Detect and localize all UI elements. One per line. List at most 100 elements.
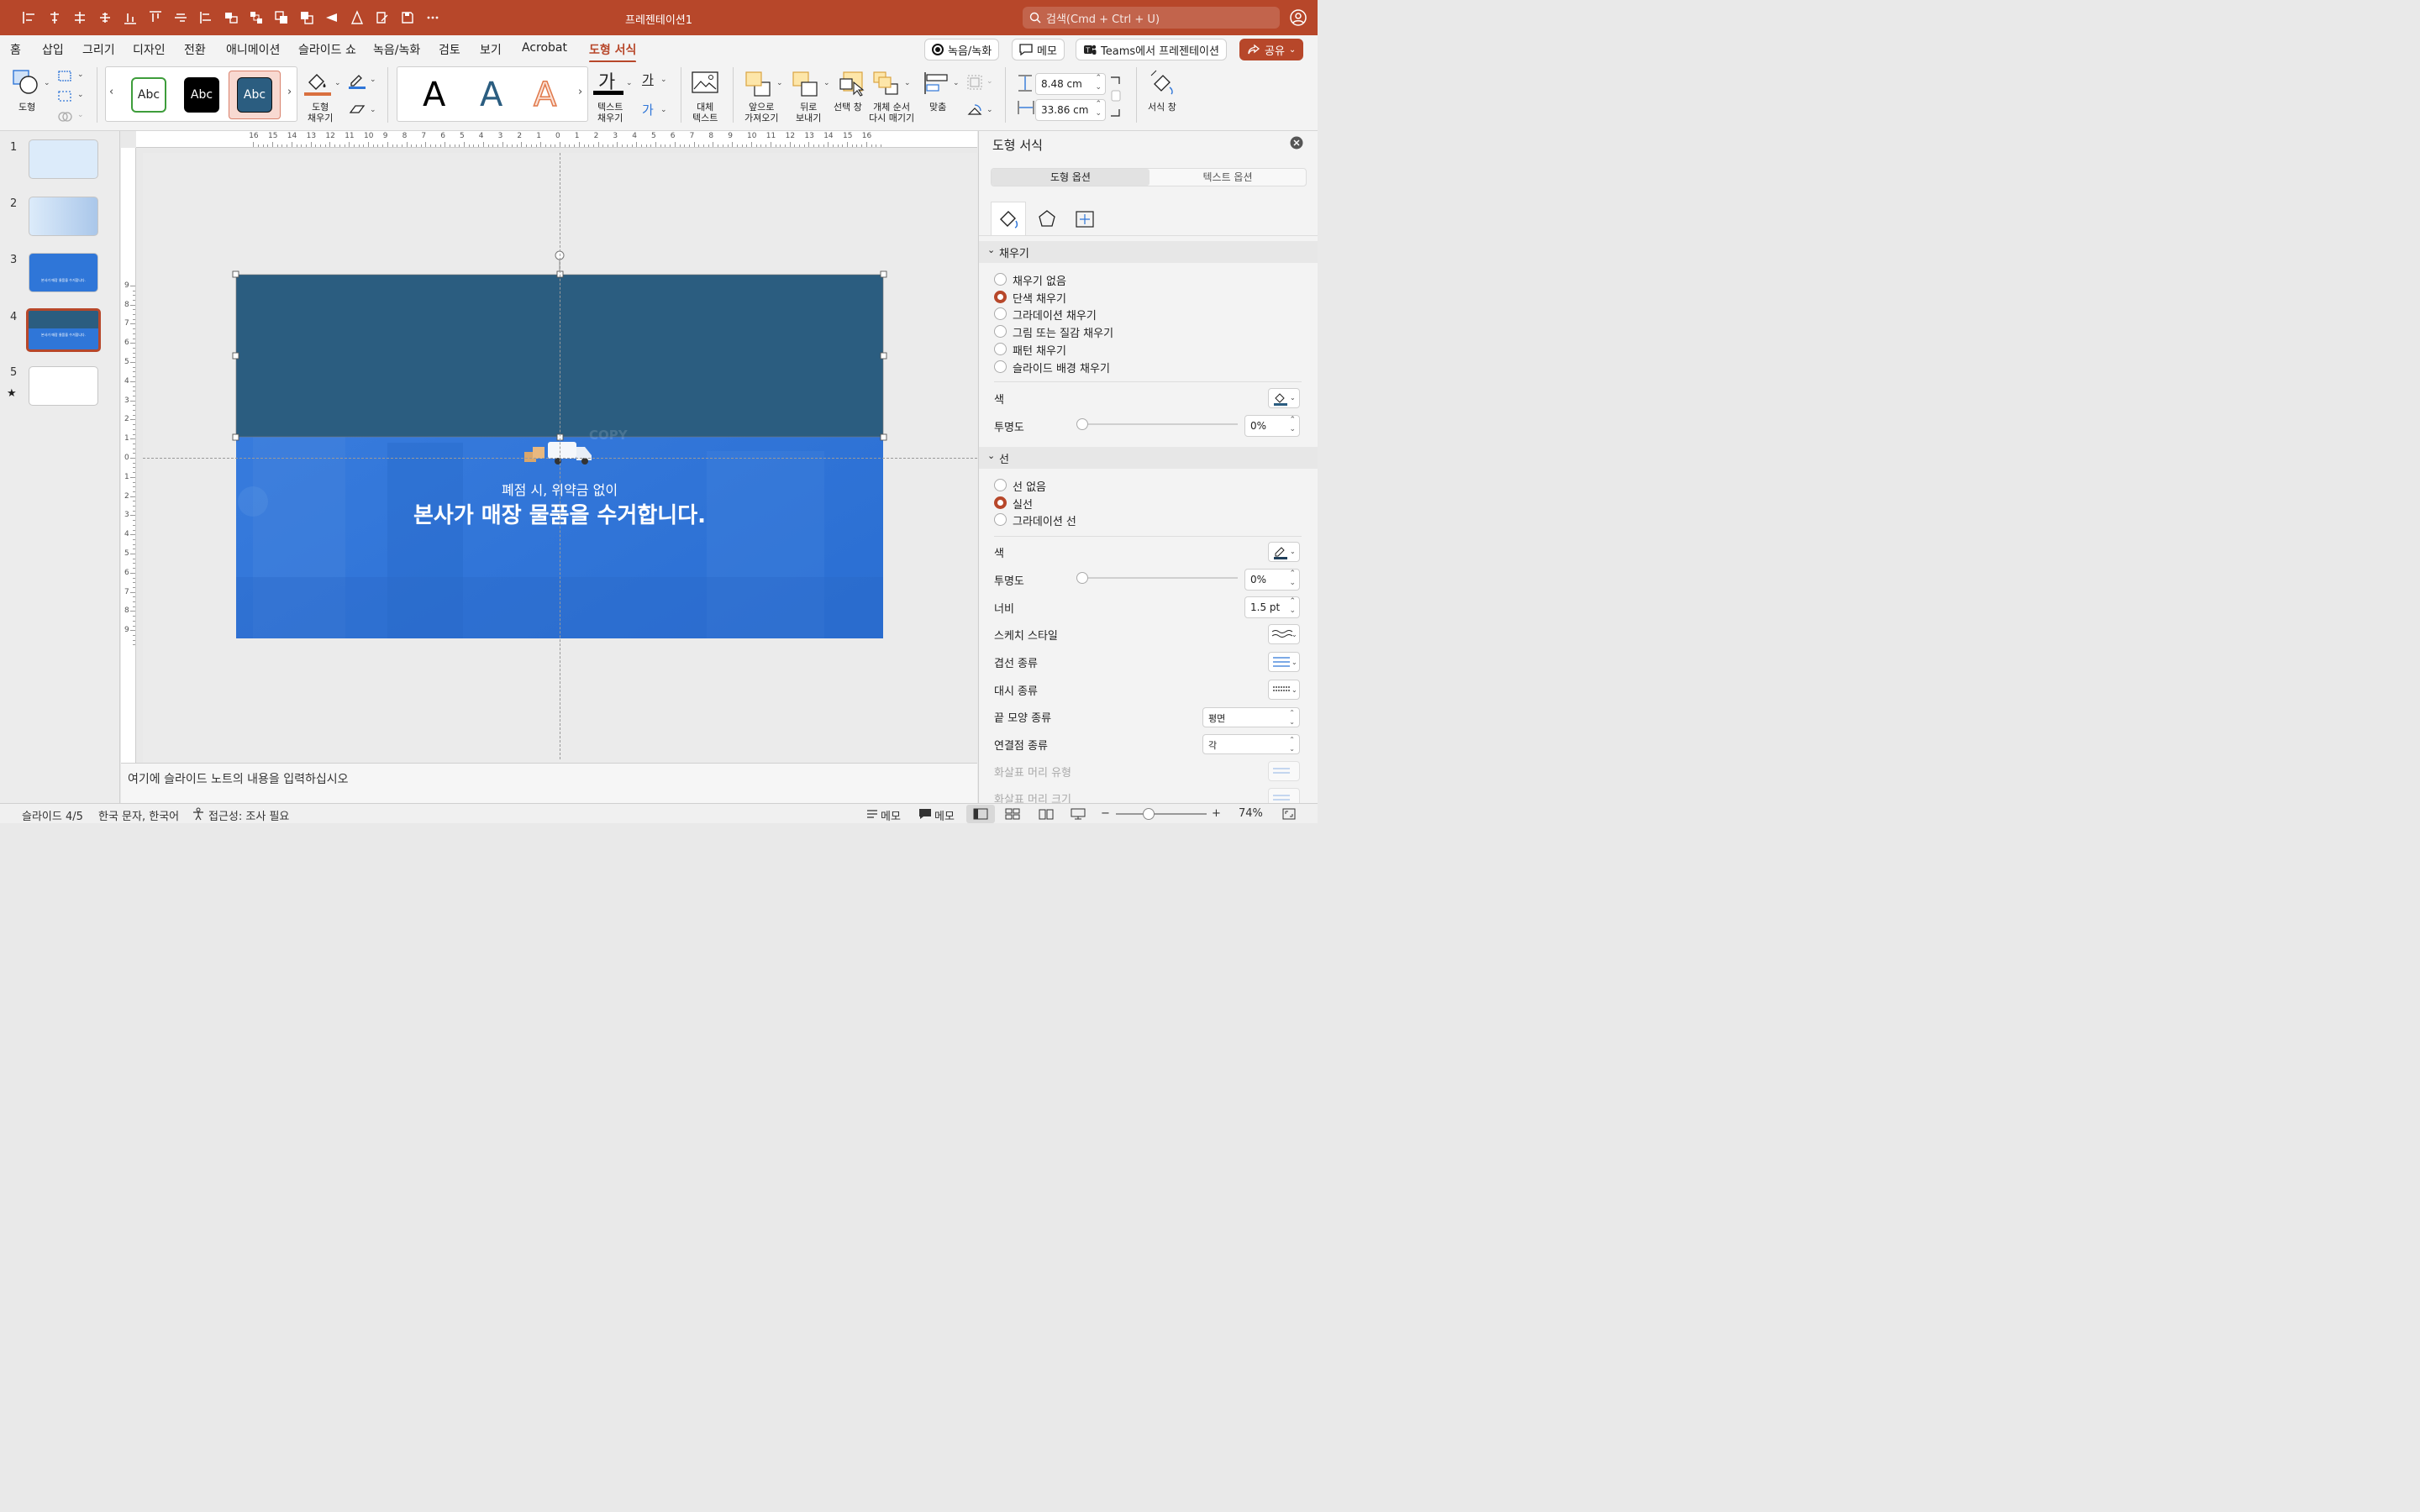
text-effect-glyph[interactable]: 가: [642, 101, 654, 118]
share-button[interactable]: 공유 ⌄: [1239, 39, 1304, 60]
shape-effects-icon[interactable]: [348, 102, 366, 118]
line-transparency-slider[interactable]: [1076, 572, 1238, 584]
chevron-down-icon[interactable]: ⌄: [370, 76, 376, 84]
fill-radio-3[interactable]: [994, 325, 1007, 339]
memo-button[interactable]: 메모: [1012, 39, 1065, 60]
wordart-orange[interactable]: A: [533, 75, 557, 115]
chevron-left-icon[interactable]: ‹: [109, 86, 113, 98]
style-swatch-dark[interactable]: Abc: [184, 77, 219, 113]
fill-option-label[interactable]: 패턴 채우기: [1013, 342, 1066, 358]
textbox-icon[interactable]: [57, 89, 74, 104]
fill-color-picker[interactable]: ⌄: [1268, 388, 1300, 408]
zoom-in-button[interactable]: +: [1212, 807, 1221, 820]
tab-record[interactable]: 녹음/녹화: [373, 41, 420, 58]
fill-option-label[interactable]: 슬라이드 배경 채우기: [1013, 360, 1110, 375]
compound-type-picker[interactable]: ⌄: [1268, 652, 1300, 672]
line-radio-0[interactable]: [994, 479, 1007, 491]
size-properties-icon[interactable]: [1073, 207, 1097, 230]
edit-shape-icon[interactable]: [57, 69, 74, 84]
slideshow-icon[interactable]: [1071, 808, 1086, 820]
notes-icon[interactable]: [865, 808, 879, 820]
chevron-down-icon[interactable]: ⌄: [986, 106, 993, 114]
accessibility-icon[interactable]: [192, 807, 205, 821]
selection-pane-icon[interactable]: [839, 71, 865, 97]
fill-radio-5[interactable]: [994, 360, 1007, 373]
join-type-select[interactable]: 각: [1202, 734, 1300, 754]
format-pane-icon[interactable]: [1150, 69, 1178, 97]
line-option-label[interactable]: 그라데이션 선: [1013, 512, 1076, 528]
slide-sorter-icon[interactable]: [1005, 808, 1020, 820]
dash-type-picker[interactable]: ⌄: [1268, 680, 1300, 700]
fill-radio-2[interactable]: [994, 307, 1007, 321]
teams-present-button[interactable]: T Teams에서 프레젠테이션: [1076, 39, 1227, 60]
line-transparency-input[interactable]: 0%: [1244, 569, 1300, 591]
style-swatch-blue[interactable]: Abc: [237, 77, 272, 113]
slide-thumb-3[interactable]: 본사가 매장 물품을 수거합니다.: [29, 253, 98, 292]
fill-transparency-input[interactable]: 0%: [1244, 415, 1300, 437]
selection-handles[interactable]: [230, 249, 894, 442]
merge-shapes-icon[interactable]: [57, 109, 74, 124]
record-button[interactable]: 녹음/녹화: [924, 39, 1000, 60]
line-section-header[interactable]: ⌄ 선: [979, 447, 1318, 469]
search-box[interactable]: 검색(Cmd + Ctrl + U): [1023, 7, 1280, 29]
tab-animations[interactable]: 애니메이션: [226, 41, 280, 58]
chevron-down-icon[interactable]: ⌄: [660, 76, 667, 84]
paint-bucket-icon[interactable]: [304, 69, 331, 96]
tab-review[interactable]: 검토: [439, 41, 460, 58]
chevron-down-icon[interactable]: ⌄: [823, 79, 830, 87]
accessibility-status[interactable]: 접근성: 조사 필요: [208, 807, 289, 823]
chevron-down-icon[interactable]: ⌄: [953, 79, 960, 87]
chevron-down-icon[interactable]: ⌄: [776, 79, 783, 87]
reorder-objects-icon[interactable]: [872, 71, 901, 97]
zoom-level[interactable]: 74%: [1239, 807, 1263, 820]
tab-insert[interactable]: 삽입: [42, 41, 64, 58]
notes-pane[interactable]: 여기에 슬라이드 노트의 내용을 입력하십시오: [121, 763, 977, 803]
language-status[interactable]: 한국 문자, 한국어: [98, 807, 179, 823]
notes-toggle[interactable]: 메모: [881, 807, 901, 823]
alt-text-icon[interactable]: [691, 71, 719, 96]
fit-to-window-icon[interactable]: [1282, 808, 1296, 820]
horizontal-guide[interactable]: [143, 458, 977, 459]
style-swatch-selected-frame[interactable]: Abc: [229, 71, 281, 119]
zoom-knob[interactable]: [1143, 808, 1155, 820]
fill-option-label[interactable]: 단색 채우기: [1013, 290, 1066, 306]
align-icon[interactable]: [923, 71, 950, 96]
text-outline-glyph[interactable]: 가: [642, 71, 654, 88]
height-input[interactable]: 8.48 cm: [1035, 73, 1106, 95]
tab-transitions[interactable]: 전환: [184, 41, 206, 58]
chevron-down-icon[interactable]: ⌄: [904, 79, 911, 87]
line-width-input[interactable]: 1.5 pt: [1244, 596, 1300, 618]
line-option-label[interactable]: 실선: [1013, 496, 1033, 512]
comment-icon[interactable]: [918, 808, 932, 820]
slider-knob[interactable]: [1076, 572, 1088, 584]
send-backward-icon[interactable]: [792, 71, 820, 97]
slide-thumb-5[interactable]: [29, 366, 98, 406]
tab-draw[interactable]: 그리기: [82, 41, 115, 58]
wordart-black[interactable]: A: [423, 76, 445, 114]
lock-aspect-icon[interactable]: [1109, 76, 1123, 118]
chevron-right-icon[interactable]: ›: [287, 86, 292, 98]
reading-view-icon[interactable]: [1039, 808, 1054, 820]
slide-thumb-2[interactable]: [29, 197, 98, 236]
chevron-down-icon[interactable]: ⌄: [44, 79, 50, 87]
chevron-down-icon[interactable]: ⌄: [77, 71, 84, 79]
wordart-blue[interactable]: A: [480, 76, 502, 114]
fill-radio-4[interactable]: [994, 342, 1007, 355]
zoom-out-button[interactable]: −: [1101, 807, 1110, 820]
tab-design[interactable]: 디자인: [133, 41, 166, 58]
line-option-label[interactable]: 선 없음: [1013, 478, 1046, 494]
slide-thumb-1[interactable]: [29, 139, 98, 179]
fill-option-label[interactable]: 그라데이션 채우기: [1013, 307, 1097, 323]
fill-radio-0[interactable]: [994, 273, 1007, 286]
normal-view-button[interactable]: [966, 805, 995, 823]
line-radio-2[interactable]: [994, 513, 1007, 527]
sketch-style-picker[interactable]: ⌄: [1268, 624, 1300, 644]
tab-slideshow[interactable]: 슬라이드 쇼: [298, 41, 356, 58]
fill-transparency-slider[interactable]: [1076, 418, 1238, 430]
tab-shape-format[interactable]: 도형 서식: [589, 41, 637, 63]
chevron-down-icon[interactable]: ⌄: [334, 79, 341, 87]
chevron-down-icon[interactable]: ⌄: [626, 79, 633, 87]
fill-radio-1[interactable]: [994, 290, 1007, 303]
slide-thumb-4-selected[interactable]: 본사가 매장 물품을 수거합니다.: [26, 308, 101, 352]
fill-line-tab[interactable]: [991, 202, 1026, 235]
